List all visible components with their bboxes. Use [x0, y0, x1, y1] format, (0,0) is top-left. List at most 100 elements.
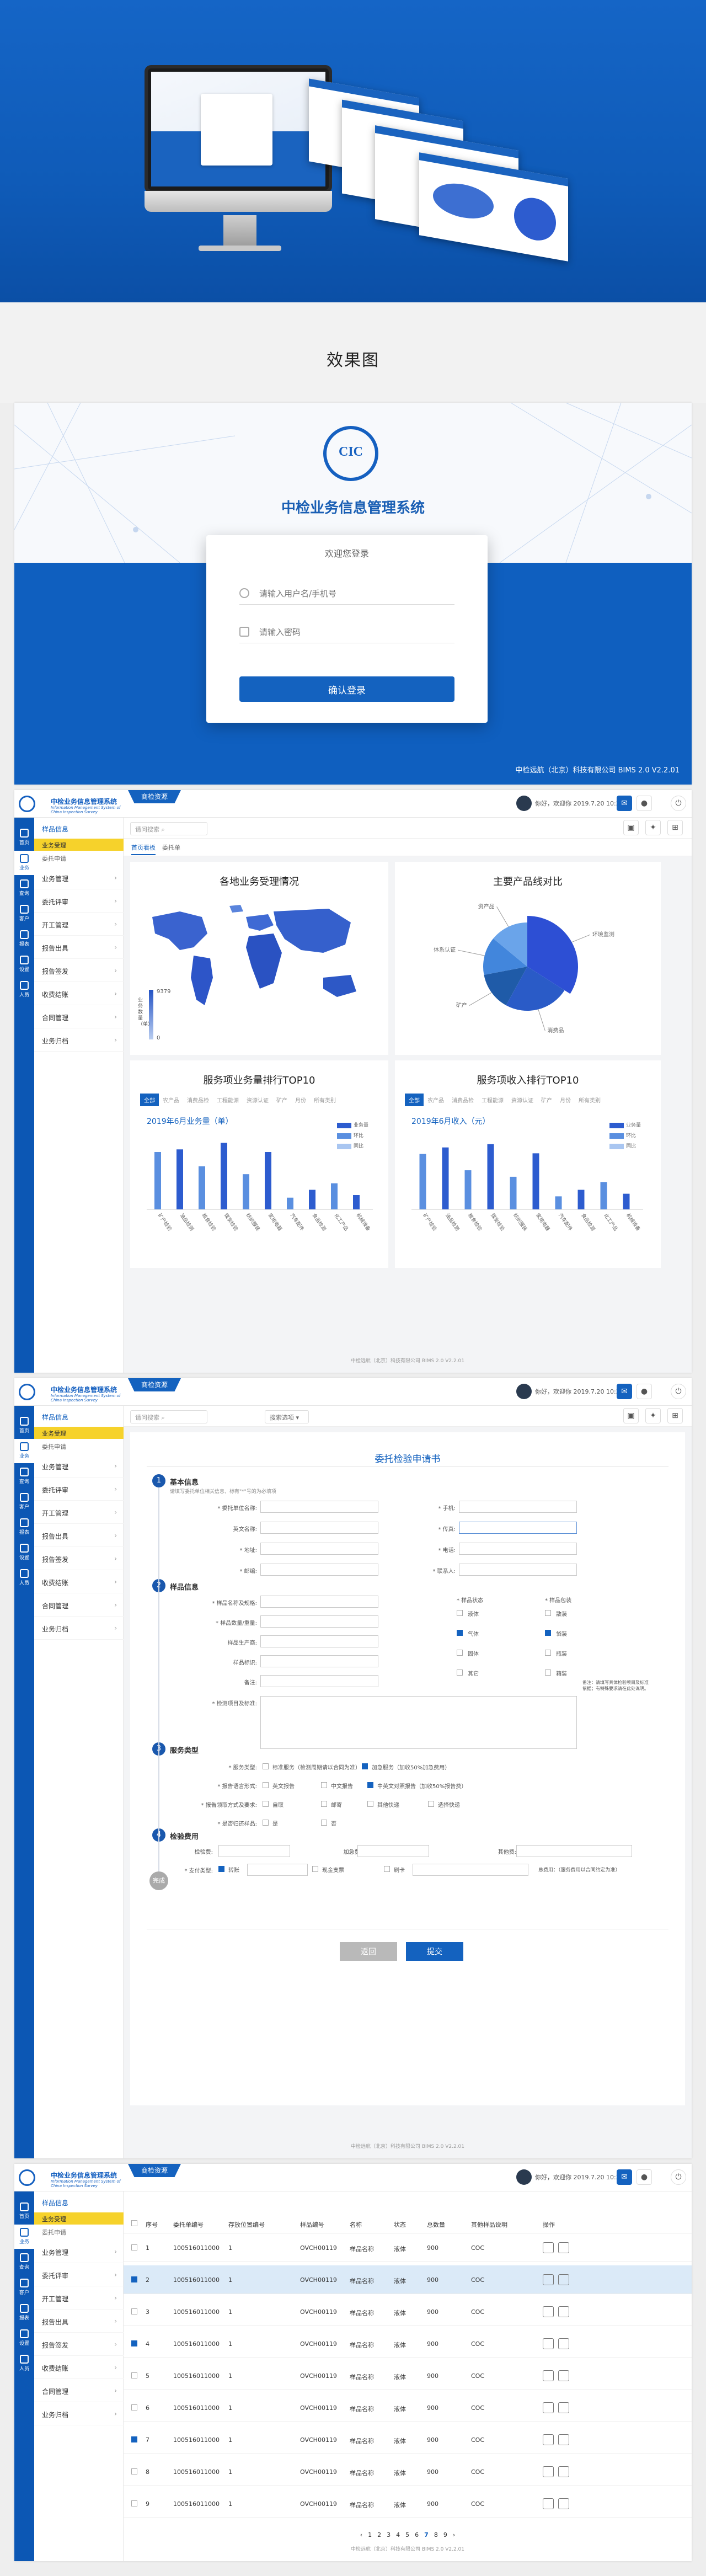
- option-checkbox[interactable]: [428, 1801, 434, 1807]
- row-checkbox[interactable]: [131, 2308, 137, 2314]
- filter-tab[interactable]: 月份: [291, 1094, 310, 1106]
- iconbar-item[interactable]: 首页: [14, 1414, 34, 1438]
- column-header[interactable]: 状态: [394, 2220, 406, 2229]
- nav-tab-resources[interactable]: 商检资源: [128, 790, 181, 803]
- menu-item[interactable]: 报告签发 ›: [34, 960, 124, 982]
- search-input[interactable]: 请问搜索 ⌕: [130, 822, 207, 835]
- grid-icon[interactable]: ⊞: [667, 820, 683, 835]
- grid-icon[interactable]: ⊞: [667, 1408, 683, 1423]
- delete-icon[interactable]: [558, 2466, 569, 2477]
- menu-item[interactable]: 委托评审 ›: [34, 890, 124, 913]
- password-input[interactable]: [259, 625, 447, 640]
- table-row[interactable]: 2 100516011000 1 OVCH00119 样品名称 液体 900 COC: [124, 2265, 692, 2294]
- table-row[interactable]: 6 100516011000 1 OVCH00119 样品名称 液体 900 COC: [124, 2393, 692, 2422]
- logout-icon[interactable]: ⏻: [671, 1384, 686, 1399]
- menu-item[interactable]: 开工管理 ›: [34, 914, 124, 936]
- column-header[interactable]: 序号: [146, 2220, 158, 2229]
- option-checkbox[interactable]: [321, 1801, 327, 1807]
- filter-tab[interactable]: 全部: [140, 1094, 159, 1106]
- text-field[interactable]: [260, 1655, 378, 1667]
- page-link[interactable]: 7: [424, 2531, 429, 2538]
- page-link[interactable]: 5: [405, 2531, 409, 2538]
- search-option-select[interactable]: 搜索选项 ▾: [265, 1410, 309, 1423]
- pay-checkbox[interactable]: [218, 1866, 224, 1872]
- option-checkbox[interactable]: [263, 1763, 269, 1769]
- menu-item[interactable]: 开工管理 ›: [34, 1502, 124, 1524]
- menu-item[interactable]: 报告签发 ›: [34, 1548, 124, 1570]
- page-link[interactable]: 8: [434, 2531, 438, 2538]
- pay-checkbox[interactable]: [312, 1866, 318, 1872]
- edit-icon[interactable]: [543, 2498, 554, 2509]
- menu-item[interactable]: 业务管理 ›: [34, 867, 124, 889]
- pack-checkbox[interactable]: [545, 1670, 551, 1676]
- text-field[interactable]: [459, 1522, 577, 1534]
- menu-subitem[interactable]: 业务受理: [34, 1427, 124, 1439]
- column-header[interactable]: 样品编号: [300, 2220, 324, 2229]
- column-header[interactable]: 存放位置编号: [228, 2220, 265, 2229]
- menu-item[interactable]: 报告出具 ›: [34, 2311, 124, 2333]
- filter-tab[interactable]: 所有类别: [310, 1094, 340, 1106]
- text-field[interactable]: [260, 1635, 378, 1647]
- state-checkbox[interactable]: [457, 1670, 463, 1676]
- page-link[interactable]: 4: [396, 2531, 400, 2538]
- login-button[interactable]: 确认登录: [239, 676, 454, 702]
- settings-icon[interactable]: ✦: [645, 1408, 661, 1423]
- option-checkbox[interactable]: [263, 1801, 269, 1807]
- option-checkbox[interactable]: [263, 1820, 269, 1826]
- tab-dashboard[interactable]: 首页看板: [131, 843, 156, 855]
- table-row[interactable]: 4 100516011000 1 OVCH00119 样品名称 液体 900 COC: [124, 2329, 692, 2358]
- page-link[interactable]: ‹: [360, 2531, 362, 2538]
- column-header[interactable]: 名称: [350, 2220, 362, 2229]
- menu-subitem[interactable]: 业务受理: [34, 839, 124, 851]
- lock-icon[interactable]: ▣: [623, 1408, 639, 1423]
- iconbar-item[interactable]: 设置: [14, 1540, 34, 1565]
- iconbar-item[interactable]: 业务: [14, 1439, 34, 1463]
- text-field[interactable]: [459, 1543, 577, 1555]
- option-checkbox[interactable]: [367, 1801, 373, 1807]
- table-row[interactable]: 3 100516011000 1 OVCH00119 样品名称 液体 900 COC: [124, 2297, 692, 2326]
- notification-icon[interactable]: ●: [637, 796, 652, 811]
- option-checkbox[interactable]: [367, 1782, 373, 1788]
- menu-head[interactable]: 样品信息: [34, 818, 124, 839]
- menu-item[interactable]: 业务管理 ›: [34, 2241, 124, 2263]
- filter-tab[interactable]: 所有类别: [575, 1094, 605, 1106]
- edit-icon[interactable]: [543, 2274, 554, 2285]
- row-checkbox[interactable]: [131, 2340, 137, 2346]
- table-row[interactable]: 1 100516011000 1 OVCH00119 样品名称 液体 900 COC: [124, 2233, 692, 2262]
- text-field[interactable]: [260, 1615, 378, 1628]
- submit-button[interactable]: 提交: [406, 1942, 463, 1961]
- edit-icon[interactable]: [543, 2402, 554, 2413]
- settings-icon[interactable]: ✦: [645, 820, 661, 835]
- filter-tab[interactable]: 月份: [556, 1094, 575, 1106]
- row-checkbox[interactable]: [131, 2500, 137, 2506]
- edit-icon[interactable]: [543, 2338, 554, 2349]
- text-field[interactable]: [260, 1501, 378, 1513]
- filter-tab[interactable]: 农产品: [424, 1094, 448, 1106]
- filter-tab[interactable]: 资源认证: [243, 1094, 272, 1106]
- delete-icon[interactable]: [558, 2338, 569, 2349]
- row-checkbox[interactable]: [131, 2436, 137, 2442]
- menu-item[interactable]: 报告出具 ›: [34, 937, 124, 959]
- filter-tab[interactable]: 工程能源: [478, 1094, 507, 1106]
- delete-icon[interactable]: [558, 2274, 569, 2285]
- menu-head[interactable]: 样品信息: [34, 1406, 124, 1427]
- username-input[interactable]: [259, 586, 447, 601]
- row-checkbox[interactable]: [131, 2244, 137, 2250]
- pay-input[interactable]: [413, 1864, 528, 1876]
- iconbar-item[interactable]: 客户: [14, 902, 34, 926]
- menu-item[interactable]: 业务归档 ›: [34, 1030, 124, 1052]
- state-checkbox[interactable]: [457, 1650, 463, 1656]
- iconbar-item[interactable]: 报表: [14, 927, 34, 951]
- edit-icon[interactable]: [543, 2242, 554, 2253]
- iconbar-item[interactable]: 人员: [14, 2351, 34, 2376]
- iconbar-item[interactable]: 首页: [14, 2199, 34, 2223]
- option-checkbox[interactable]: [321, 1782, 327, 1788]
- delete-icon[interactable]: [558, 2242, 569, 2253]
- delete-icon[interactable]: [558, 2370, 569, 2381]
- menu-item[interactable]: 报告出具 ›: [34, 1525, 124, 1547]
- pack-checkbox[interactable]: [545, 1610, 551, 1616]
- notification-icon[interactable]: ●: [637, 1384, 652, 1399]
- iconbar-item[interactable]: 查询: [14, 1464, 34, 1489]
- column-header[interactable]: 操作: [543, 2220, 555, 2229]
- menu-item[interactable]: 业务归档 ›: [34, 2403, 124, 2425]
